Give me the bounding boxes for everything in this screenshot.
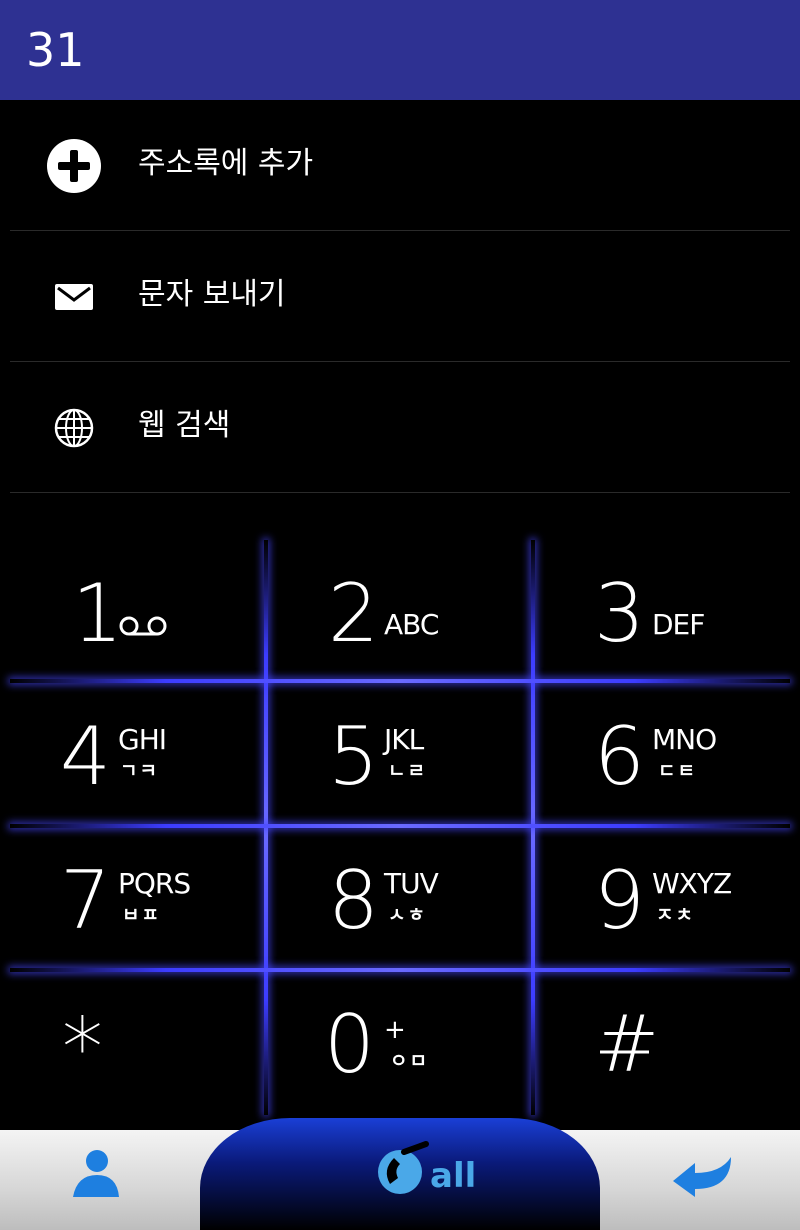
key-digit: 2: [328, 567, 379, 660]
key-2[interactable]: 2 ABC: [266, 540, 532, 685]
action-menu: 주소록에 추가 문자 보내기 웹 검색: [0, 100, 800, 493]
key-9[interactable]: 9 WXYZ ㅈㅊ: [532, 827, 798, 972]
key-digit: 0: [324, 998, 375, 1091]
key-hash[interactable]: #: [532, 971, 798, 1116]
key-letters: TUV: [384, 867, 439, 900]
key-digit: 6: [594, 710, 645, 803]
call-button[interactable]: [372, 1140, 432, 1200]
dial-keypad: 1 2 ABC 3 DEF 4 GHI ㄱㅋ 5 JKL ㄴㄹ 6 MNO ㄷㅌ…: [0, 540, 800, 1120]
menu-item-label: 주소록에 추가: [138, 146, 314, 181]
menu-item-label: 문자 보내기: [138, 277, 286, 312]
envelope-icon: [46, 269, 102, 325]
key-digit: 3: [594, 567, 645, 660]
key-6[interactable]: 6 MNO ㄷㅌ: [532, 683, 798, 828]
key-letters: MNO: [652, 723, 717, 756]
key-digit: 8: [328, 854, 379, 947]
key-korean: ㄷㅌ: [658, 760, 697, 782]
back-button[interactable]: [668, 1148, 740, 1204]
entered-number: 31: [26, 23, 85, 77]
key-digit: #: [594, 1000, 660, 1090]
key-letters: WXYZ: [652, 867, 732, 900]
globe-icon: [46, 400, 102, 456]
voicemail-icon: [118, 614, 168, 642]
key-digit: *: [62, 1001, 103, 1096]
key-digit: 1: [72, 567, 123, 660]
key-4[interactable]: 4 GHI ㄱㅋ: [0, 683, 266, 828]
menu-item-send-message[interactable]: 문자 보내기: [10, 231, 790, 362]
menu-item-label: 웹 검색: [138, 408, 231, 443]
key-digit: 9: [594, 854, 645, 947]
back-arrow-icon: [669, 1149, 739, 1203]
menu-item-add-contact[interactable]: 주소록에 추가: [10, 100, 790, 231]
key-letters: JKL: [384, 723, 424, 756]
person-icon: [67, 1145, 123, 1205]
status-header: 31: [0, 0, 800, 100]
key-letters: DEF: [652, 608, 705, 641]
phone-handset-icon: [374, 1140, 430, 1200]
key-1[interactable]: 1: [0, 540, 266, 685]
key-5[interactable]: 5 JKL ㄴㄹ: [266, 683, 532, 828]
key-korean: ㅅㅎ: [388, 904, 427, 926]
key-letters: +: [384, 1015, 406, 1045]
key-digit: 4: [60, 710, 111, 803]
key-star[interactable]: *: [0, 971, 266, 1116]
menu-item-web-search[interactable]: 웹 검색: [10, 362, 790, 493]
key-korean: ㅂㅍ: [122, 904, 161, 926]
key-letters: ABC: [384, 608, 439, 641]
key-0[interactable]: 0 + ㅇㅁ: [266, 971, 532, 1116]
key-letters: PQRS: [118, 867, 191, 900]
call-label: all: [430, 1156, 477, 1196]
key-korean: ㄴㄹ: [388, 760, 427, 782]
key-letters: GHI: [118, 723, 167, 756]
key-digit: 5: [328, 710, 379, 803]
key-korean: ㄱㅋ: [120, 760, 159, 782]
key-korean: ㅇㅁ: [390, 1050, 429, 1072]
key-digit: 7: [60, 854, 111, 947]
contacts-button[interactable]: [60, 1145, 130, 1205]
key-korean: ㅈㅊ: [656, 904, 695, 926]
key-7[interactable]: 7 PQRS ㅂㅍ: [0, 827, 266, 972]
add-circle-icon: [46, 138, 102, 194]
key-3[interactable]: 3 DEF: [532, 540, 798, 685]
key-8[interactable]: 8 TUV ㅅㅎ: [266, 827, 532, 972]
